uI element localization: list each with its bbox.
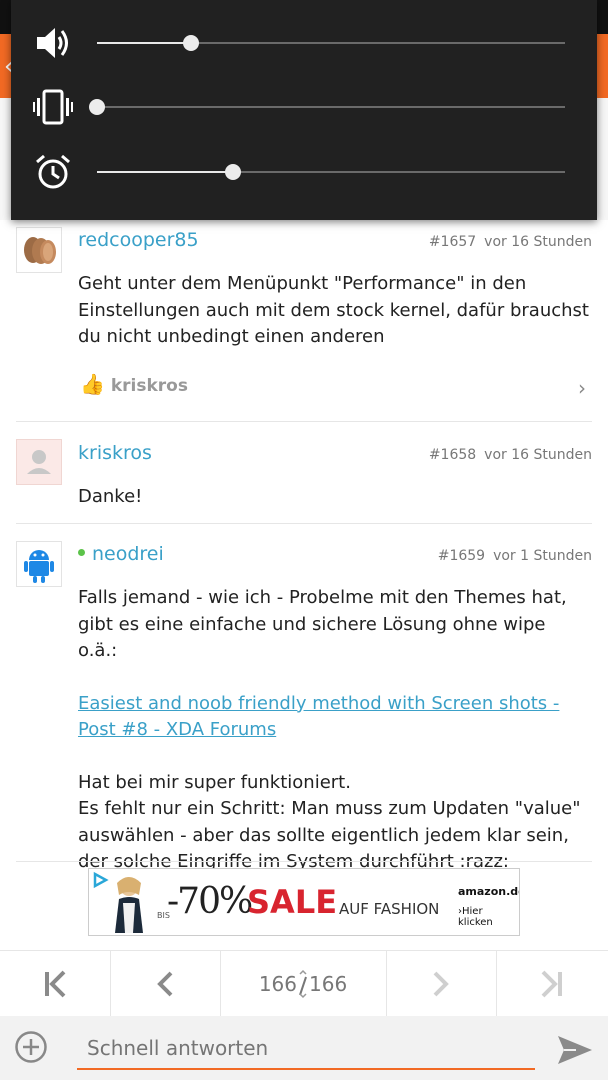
ringer-volume-slider[interactable] <box>89 99 565 115</box>
chevron-right-icon <box>433 971 449 997</box>
alarm-volume-slider[interactable] <box>97 164 565 180</box>
divider <box>16 861 592 862</box>
first-page-icon <box>45 970 66 998</box>
ad-sale: SALE <box>247 883 338 921</box>
previous-page-button[interactable] <box>110 951 221 1017</box>
slider-thumb[interactable] <box>224 164 241 180</box>
quick-reply-input[interactable] <box>77 1028 535 1070</box>
total-pages: 166 <box>309 972 348 996</box>
android-avatar-icon <box>17 542 61 586</box>
current-page: 166 <box>258 972 297 996</box>
xda-forums-link[interactable]: Easiest and noob friendly method with Sc… <box>78 693 559 741</box>
page-picker-icon <box>299 969 307 999</box>
post-number[interactable]: #1658 <box>429 447 476 463</box>
username[interactable]: neodrei <box>92 543 164 565</box>
slider-thumb[interactable] <box>182 35 199 51</box>
amazon-logo: amazon.de <box>458 885 520 898</box>
ringer-volume-row <box>11 77 597 137</box>
post-text: Geht unter dem Menüpunkt "Performance" i… <box>78 273 589 347</box>
speaker-icon[interactable] <box>33 25 73 61</box>
ad-banner[interactable]: BIS -70% SALE AUF FASHION amazon.de ›Hie… <box>88 868 520 936</box>
slider-thumb[interactable] <box>89 99 105 115</box>
alarm-volume-row <box>11 142 597 202</box>
chevron-left-icon <box>157 971 173 997</box>
default-user-icon <box>27 450 51 474</box>
vibrate-icon[interactable] <box>33 89 73 125</box>
next-page-button[interactable] <box>386 951 497 1017</box>
username[interactable]: kriskros <box>78 442 152 464</box>
online-indicator <box>78 549 85 556</box>
chevron-right-icon[interactable]: › <box>578 376 586 400</box>
post-number[interactable]: #1657 <box>429 234 476 250</box>
last-page-button[interactable] <box>496 951 608 1017</box>
last-page-icon <box>541 970 562 998</box>
volume-panel <box>11 0 597 220</box>
post-content: Falls jemand - wie ich - Probelme mit de… <box>78 585 590 876</box>
send-icon[interactable] <box>556 1034 594 1066</box>
avatar[interactable] <box>16 541 62 587</box>
thumbs-up-icon: 👍 <box>80 372 105 396</box>
fashion-model-image <box>115 877 143 933</box>
post-text-line: Es fehlt nur ein Schritt: Man muss zum U… <box>78 798 581 872</box>
pagination-bar: 166 166 <box>0 950 608 1017</box>
avatar[interactable] <box>16 227 62 273</box>
post-meta: #1659 vor 1 Stunden <box>438 548 592 564</box>
likes-row[interactable]: 👍 kriskros <box>80 372 188 402</box>
quick-reply-bar <box>0 1016 608 1080</box>
post-time: vor 1 Stunden <box>493 548 592 564</box>
divider <box>16 523 592 524</box>
username-row: neodrei <box>78 543 164 565</box>
post-text-line: Hat bei mir super funktioniert. <box>78 771 351 793</box>
ad-cta[interactable]: ›Hier klicken <box>458 906 519 928</box>
media-volume-slider[interactable] <box>97 35 565 51</box>
post-text: Danke! <box>78 486 143 507</box>
post-text: Falls jemand - wie ich - Probelme mit de… <box>78 587 567 661</box>
add-attachment-icon[interactable] <box>15 1031 47 1063</box>
like-user[interactable]: kriskros <box>111 376 188 396</box>
post-meta: #1658 vor 16 Stunden <box>429 447 592 463</box>
page-selector[interactable]: 166 166 <box>220 951 387 1017</box>
media-volume-row <box>11 13 597 73</box>
ad-discount: -70% <box>167 881 253 922</box>
username[interactable]: redcooper85 <box>78 229 199 251</box>
avatar[interactable] <box>16 439 62 485</box>
post-time: vor 16 Stunden <box>484 447 592 463</box>
post-time: vor 16 Stunden <box>484 234 592 250</box>
first-page-button[interactable] <box>0 951 111 1017</box>
post-number[interactable]: #1659 <box>438 548 485 564</box>
divider <box>16 421 592 422</box>
ad-fashion-text: AUF FASHION <box>339 900 440 918</box>
alarm-clock-icon[interactable] <box>33 154 73 190</box>
post-meta: #1657 vor 16 Stunden <box>429 234 592 250</box>
bread-avatar-icon <box>17 228 61 272</box>
